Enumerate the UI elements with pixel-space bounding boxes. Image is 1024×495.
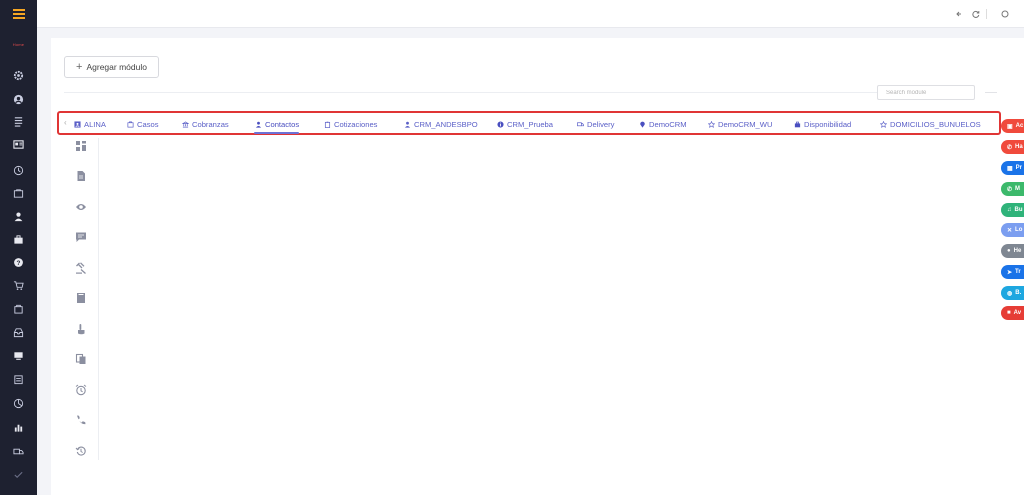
plus-icon: + [76, 61, 83, 73]
clock-icon[interactable] [0, 162, 37, 178]
add-module-button[interactable]: + Agregar módulo [64, 56, 159, 78]
dashboard-icon[interactable] [73, 138, 89, 154]
tab-domicilios-bunuelos[interactable]: DOMICILIOS_BUNUELOS [879, 117, 981, 131]
info-icon [496, 120, 504, 128]
pill-b[interactable]: ◍ B. [1001, 286, 1024, 300]
bag-icon[interactable] [0, 300, 37, 316]
comment-icon[interactable] [73, 229, 89, 245]
pill-lo[interactable]: ✕ Lo [1001, 223, 1024, 237]
file-icon[interactable] [73, 168, 89, 184]
star-icon [707, 120, 715, 128]
star-icon [879, 120, 887, 128]
pill-m[interactable]: ✆ M [1001, 182, 1024, 196]
pill-he[interactable]: ● He [1001, 244, 1024, 258]
main-card: + Agregar módulo ‹ ALINA Casos Cobranzas… [51, 38, 1024, 495]
book-icon[interactable] [73, 290, 89, 306]
svg-text:?: ? [17, 259, 21, 266]
module-tabs: ‹ ALINA Casos Cobranzas Contactos Cotiza… [57, 111, 1001, 135]
bank-icon [181, 120, 189, 128]
tab-cotizaciones[interactable]: Cotizaciones [323, 117, 377, 131]
folder-icon [126, 120, 134, 128]
add-module-label: Agregar módulo [86, 62, 147, 72]
refresh-icon[interactable] [970, 8, 982, 20]
id-card-icon[interactable] [0, 136, 37, 152]
send-icon: ➤ [1007, 269, 1013, 276]
person-icon [403, 120, 411, 128]
headset-icon: ♫ [1007, 207, 1012, 213]
user-circle-icon[interactable] [0, 91, 37, 107]
whatsapp-icon: ✆ [1007, 186, 1013, 193]
close-icon: ✕ [1007, 227, 1013, 234]
topbar-separator [986, 9, 987, 19]
cart-icon[interactable] [0, 277, 37, 293]
pin-icon [638, 120, 646, 128]
tab-democrm-wu[interactable]: DemoCRM_WU [707, 117, 772, 131]
tab-delivery[interactable]: Delivery [576, 117, 614, 131]
tab-democrm[interactable]: DemoCRM [638, 117, 687, 131]
back-icon[interactable] [953, 8, 965, 20]
history-icon[interactable] [73, 443, 89, 459]
sidebar: Home ? [0, 0, 37, 495]
calendar-icon: ▦ [1007, 165, 1013, 172]
header-divider [64, 92, 932, 93]
receipt-icon[interactable] [0, 371, 37, 387]
search-module-input[interactable] [877, 85, 975, 100]
tab-cobranzas[interactable]: Cobranzas [181, 117, 229, 131]
eye-icon[interactable] [73, 199, 89, 215]
truck-icon[interactable] [0, 443, 37, 459]
check-icon[interactable] [0, 466, 37, 482]
help-icon[interactable]: ? [0, 254, 37, 270]
pill-tr[interactable]: ➤ Tr [1001, 265, 1024, 279]
hand-pointer-icon[interactable] [73, 321, 89, 337]
phone-icon[interactable] [73, 412, 89, 428]
calendar-icon: ▣ [1007, 123, 1013, 130]
person-icon [254, 120, 262, 128]
vertical-divider [98, 138, 99, 460]
clipboard-icon [323, 120, 331, 128]
truck-icon [576, 120, 584, 128]
tab-crm-andesbpo[interactable]: CRM_ANDESBPO [403, 117, 478, 131]
inbox-icon[interactable] [0, 324, 37, 340]
top-bar [37, 0, 1024, 28]
pie-icon[interactable] [0, 395, 37, 411]
user-card-icon [73, 120, 81, 128]
pill-bu[interactable]: ♫ Bu [1001, 203, 1024, 217]
briefcase-icon[interactable] [0, 231, 37, 247]
user-icon[interactable] [999, 8, 1011, 20]
folder-icon[interactable] [0, 185, 37, 201]
pill-ha[interactable]: ✆ Ha [1001, 140, 1024, 154]
tab-disponibilidad[interactable]: Disponibilidad [793, 117, 851, 131]
tab-casos[interactable]: Casos [126, 117, 159, 131]
person-icon[interactable] [0, 208, 37, 224]
list-icon[interactable] [0, 113, 37, 129]
search-divider [985, 92, 997, 93]
message-icon: ■ [1007, 310, 1011, 316]
gear-icon[interactable] [0, 67, 37, 83]
pill-ac[interactable]: ▣ Ac [1001, 119, 1024, 133]
gavel-icon[interactable] [73, 260, 89, 276]
pill-pr[interactable]: ▦ Pr [1001, 161, 1024, 175]
sidebar-brand: Home [12, 42, 25, 47]
monitor-icon[interactable] [0, 347, 37, 363]
globe-icon: ◍ [1007, 290, 1013, 297]
tabs-scroll-left-icon[interactable]: ‹ [64, 118, 67, 127]
alarm-icon[interactable] [73, 382, 89, 398]
pill-av[interactable]: ■ Av [1001, 306, 1024, 320]
briefcase-icon [793, 120, 801, 128]
bar-chart-icon[interactable] [0, 419, 37, 435]
hamburger-menu-icon[interactable] [0, 0, 37, 28]
mic-icon: ● [1007, 248, 1011, 254]
tab-crm-prueba[interactable]: CRM_Prueba [496, 117, 553, 131]
tab-alina[interactable]: ALINA [73, 117, 106, 131]
tab-contactos[interactable]: Contactos [254, 117, 300, 134]
phone-icon: ✆ [1007, 144, 1013, 151]
copy-icon[interactable] [73, 351, 89, 367]
